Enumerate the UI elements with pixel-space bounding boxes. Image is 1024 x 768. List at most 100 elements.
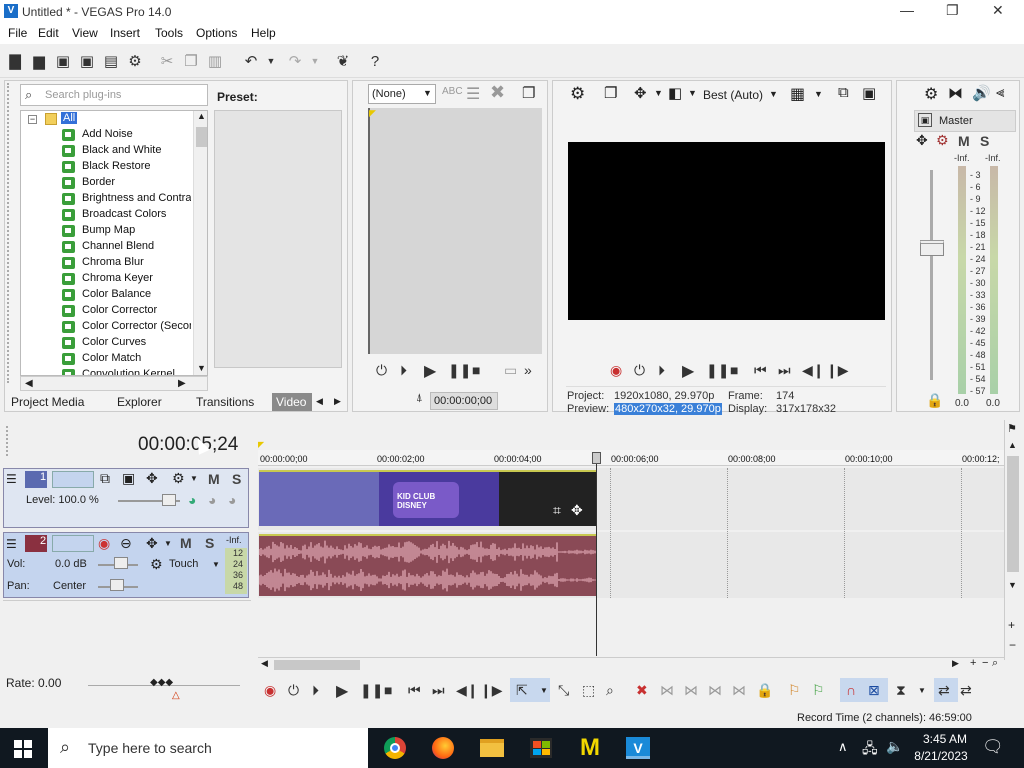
quality-dropdown-icon[interactable]: ▼	[769, 89, 778, 99]
scroll-thumb[interactable]	[196, 127, 207, 147]
copy-snapshot-icon[interactable]: ⧉	[838, 84, 849, 101]
mute-button[interactable]: M	[208, 471, 220, 487]
menu-file[interactable]: File	[8, 26, 27, 40]
ripple-dropdown-icon[interactable]: ▼	[918, 686, 926, 695]
menu-insert[interactable]: Insert	[110, 26, 140, 40]
speaker-icon[interactable]: 🔊	[972, 84, 991, 102]
scroll-left-arrow-icon[interactable]: ◀	[25, 378, 33, 389]
plugin-item[interactable]: Color Corrector (Secondary)	[21, 319, 191, 335]
mute-button[interactable]: M	[180, 535, 192, 551]
compositing-mode-icon[interactable]: ⧉	[100, 470, 110, 487]
pan-move-icon[interactable]: ✥	[916, 132, 928, 149]
pan-slider-handle[interactable]	[110, 579, 124, 591]
collapse-track-icon[interactable]: ☰	[6, 472, 17, 486]
plugin-item[interactable]: Color Curves	[21, 335, 191, 351]
play-from-start-icon[interactable]: ⏵	[312, 682, 319, 699]
enable-snapping-icon[interactable]: ❦	[334, 52, 352, 70]
clock-date[interactable]: 8/21/2023	[910, 749, 972, 763]
menu-tools[interactable]: Tools	[155, 26, 183, 40]
next-frame-icon[interactable]: ❙▶	[826, 362, 849, 379]
next-frame-icon[interactable]: ❙▶	[480, 682, 503, 699]
stop-icon[interactable]: ■	[384, 682, 392, 698]
redo-icon[interactable]: ↷	[286, 52, 304, 70]
grid-dropdown-icon[interactable]: ▼	[814, 89, 823, 99]
plugin-item[interactable]: Black Restore	[21, 159, 191, 175]
video-event-2[interactable]: KID CLUB DISNEY	[379, 470, 499, 526]
copy-icon[interactable]: ❐	[182, 52, 200, 70]
network-icon[interactable]: 🖧	[862, 738, 878, 762]
plugin-item[interactable]: Brightness and Contrast	[21, 191, 191, 207]
parent-motion-icon[interactable]: ◕	[208, 492, 216, 508]
master-mute-button[interactable]: M	[958, 133, 970, 149]
track-fx-icon[interactable]: ✥	[146, 535, 158, 552]
scroll-up-arrow-icon[interactable]: ▲	[197, 111, 206, 121]
show-hidden-icons-icon[interactable]: ∧	[838, 739, 848, 755]
automation-gear-icon[interactable]: ⚙	[150, 556, 163, 573]
volume-icon[interactable]: 🔈	[886, 738, 903, 755]
zoom-tool-icon[interactable]: ⌕	[992, 657, 998, 670]
menu-edit[interactable]: Edit	[38, 26, 59, 40]
trim-start-icon[interactable]: ⋈	[684, 682, 698, 699]
preview-settings-gear-icon[interactable]: ⚙	[570, 84, 585, 104]
minimize-button[interactable]: —	[900, 2, 914, 18]
track-name-field[interactable]	[52, 471, 94, 488]
plugin-item[interactable]: Bump Map	[21, 223, 191, 239]
vegas-movie-studio-icon[interactable]: M	[578, 736, 602, 760]
go-to-end-icon[interactable]: ⏭	[778, 362, 791, 379]
scroll-thumb[interactable]	[1007, 456, 1019, 572]
vegas-pro-taskbar-icon[interactable]: V	[626, 737, 650, 759]
external-monitor-icon[interactable]: ❐	[604, 84, 617, 102]
properties-gear-icon[interactable]: ⚙	[126, 52, 144, 70]
timeline-vscrollbar[interactable]: ⚑ ▲ ▼ + −	[1004, 420, 1020, 660]
render-icon[interactable]: ▤	[102, 52, 120, 70]
trim-end-icon[interactable]: ⋈	[708, 682, 722, 699]
play-icon[interactable]: ▶	[682, 361, 694, 381]
more-icon[interactable]: »	[524, 362, 532, 378]
tab-project-media[interactable]: Project Media	[11, 395, 84, 409]
selection-tool-icon[interactable]: ⬚	[582, 682, 595, 699]
add-to-timeline-icon[interactable]: ▭	[504, 362, 517, 379]
tab-video-fx[interactable]: Video FX	[272, 393, 312, 411]
go-to-start-icon[interactable]: ⏮	[408, 682, 421, 699]
crop-icon[interactable]: ⌗	[553, 502, 561, 519]
insert-marker-icon[interactable]: ⚐	[788, 682, 801, 699]
master-fx-gear-icon[interactable]: ⚙	[936, 132, 949, 149]
plugin-tree[interactable]: − All Add Noise Black and White Black Re…	[20, 110, 208, 376]
master-solo-button[interactable]: S	[980, 133, 989, 149]
edit-tool-dropdown-icon[interactable]: ▼	[540, 686, 548, 695]
pause-icon[interactable]: ❚❚	[448, 362, 471, 379]
pause-icon[interactable]: ❚❚	[706, 362, 729, 379]
trimmer-view[interactable]	[368, 108, 542, 354]
panel-grip[interactable]	[7, 83, 15, 383]
solo-button[interactable]: S	[232, 471, 241, 487]
tree-root-all[interactable]: All	[61, 112, 78, 124]
list-icon[interactable]: ☰	[466, 84, 480, 104]
composite-mode-icon[interactable]: ◕	[188, 492, 196, 508]
video-event-1[interactable]	[259, 470, 379, 526]
prev-frame-icon[interactable]: ◀❙	[456, 682, 479, 699]
store-icon[interactable]	[530, 738, 552, 758]
play-from-start-icon[interactable]: ⏵	[658, 362, 665, 379]
redo-dropdown-icon[interactable]: ▼	[306, 52, 324, 70]
spell-abc-icon[interactable]: ABC	[442, 86, 463, 97]
insert-region-icon[interactable]: ⚐	[812, 682, 825, 699]
preset-list[interactable]	[214, 110, 342, 368]
play-from-start-icon[interactable]: ⏵	[400, 362, 407, 379]
loop-icon[interactable]: ⏻	[634, 362, 645, 379]
loop-icon[interactable]: ⏻	[376, 362, 387, 379]
zoom-tool-icon[interactable]: ⌕	[606, 682, 614, 699]
invert-phase-icon[interactable]: ⊖	[120, 535, 132, 552]
record-icon[interactable]: ◉	[610, 362, 622, 379]
undo-icon[interactable]: ↶	[242, 52, 260, 70]
tree-collapse-icon[interactable]: −	[28, 115, 37, 124]
tab-transitions[interactable]: Transitions	[196, 395, 254, 409]
pause-icon[interactable]: ❚❚	[360, 682, 383, 699]
plugin-item[interactable]: Chroma Keyer	[21, 271, 191, 287]
ripple-edit-icon[interactable]: ⧗	[896, 682, 906, 699]
paste-icon[interactable]: ▥	[206, 52, 224, 70]
grid-overlay-icon[interactable]: ▦	[790, 84, 805, 104]
scroll-down-arrow-icon[interactable]: ▼	[197, 363, 206, 373]
file-explorer-icon[interactable]	[480, 739, 504, 757]
mixer-faders-icon[interactable]: ⫷	[996, 84, 1004, 101]
playhead-marker-icon[interactable]	[592, 452, 601, 464]
